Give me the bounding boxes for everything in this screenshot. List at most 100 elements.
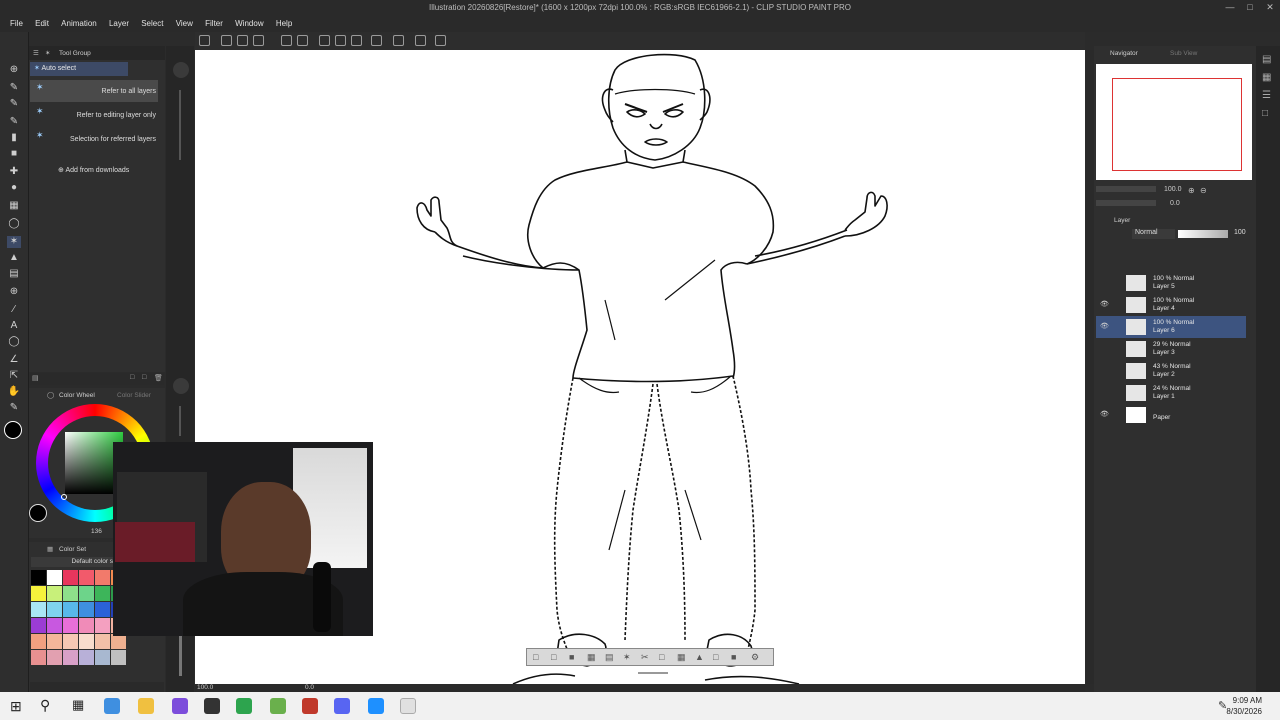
selection-launcher[interactable]: □ □ ■ ▦ ▤ ✶ ✂ □ ▦ ▲ □ ■ ⚙	[526, 648, 774, 666]
color-swatch[interactable]	[63, 602, 78, 617]
zoom-out-icon[interactable]: ⊖	[1200, 186, 1207, 195]
layers-icon[interactable]: ☰	[1262, 90, 1271, 101]
app-icon[interactable]	[368, 698, 384, 714]
chrome-icon[interactable]	[104, 698, 120, 714]
color-swatch[interactable]	[79, 570, 94, 585]
eye-icon[interactable]: 👁	[1100, 322, 1109, 330]
blend-mode-dropdown[interactable]: Normal	[1132, 229, 1175, 239]
layer-row[interactable]: 29 % Normal Layer 3	[1096, 338, 1246, 360]
opacity-value[interactable]: 100	[1234, 229, 1246, 236]
auto-select-header[interactable]: ✶ Auto select	[30, 62, 128, 76]
color-swatch[interactable]	[79, 650, 94, 665]
color-swatch[interactable]	[79, 602, 94, 617]
select-all-icon[interactable]: □	[551, 652, 556, 662]
color-set-tab[interactable]: Color Set	[59, 546, 86, 553]
color-swatch[interactable]	[31, 650, 46, 665]
color-swatch[interactable]	[63, 650, 78, 665]
color-swatch[interactable]	[31, 634, 46, 649]
clear-icon[interactable]	[319, 35, 330, 46]
delete-sub-tool-icon[interactable]: 🗑	[154, 374, 163, 382]
clock-date[interactable]: 8/30/2026	[1226, 707, 1262, 716]
expand-icon[interactable]: ▦	[587, 652, 596, 663]
navigator-tab[interactable]: Navigator	[1110, 50, 1138, 57]
clear-selection-icon[interactable]: ✶	[623, 652, 631, 663]
mask-icon[interactable]: ■	[731, 652, 736, 662]
auto-select-tool-icon[interactable]: ✶	[7, 236, 21, 248]
search-icon[interactable]: ⚲	[40, 697, 50, 714]
color-swatch[interactable]	[95, 634, 110, 649]
layer-row-paper[interactable]: 👁 Paper	[1096, 404, 1246, 426]
menu-layer[interactable]: Layer	[104, 16, 134, 32]
move-layer-icon[interactable]: ✚	[7, 166, 21, 178]
menu-select[interactable]: Select	[136, 16, 168, 32]
menu-window[interactable]: Window	[230, 16, 268, 32]
color-swatch[interactable]	[47, 586, 62, 601]
figure-tool-icon[interactable]: ▦	[7, 200, 21, 212]
fill-tool-icon[interactable]: ▲	[7, 252, 21, 264]
navigator-view-rect[interactable]	[1112, 78, 1242, 171]
app-icon[interactable]	[236, 698, 252, 714]
color-swatch[interactable]	[79, 586, 94, 601]
close-icon[interactable]: ✕	[1260, 2, 1280, 14]
layer-row[interactable]: 43 % Normal Layer 2	[1096, 360, 1246, 382]
sub-tool-tab-label[interactable]: Tool Group	[59, 50, 91, 57]
scroll-handle[interactable]	[179, 636, 182, 676]
color-swatch[interactable]	[47, 618, 62, 633]
navigator-icon[interactable]: ▤	[1262, 54, 1271, 65]
color-swatch[interactable]	[47, 650, 62, 665]
maximize-icon[interactable]: □	[1240, 2, 1260, 14]
eyedropper-tool-icon[interactable]: ⊕	[7, 286, 21, 298]
launcher-handle[interactable]	[638, 672, 668, 674]
color-swatch[interactable]	[47, 634, 62, 649]
collapse-icon[interactable]	[173, 62, 189, 78]
color-swatch[interactable]	[31, 618, 46, 633]
layer-row-selected[interactable]: 👁 100 % Normal Layer 6	[1096, 316, 1246, 338]
sub-view-tab[interactable]: Sub View	[1170, 50, 1197, 57]
invert-icon[interactable]: ■	[569, 652, 574, 662]
layer-row[interactable]: 100 % Normal Layer 5	[1096, 272, 1246, 294]
app-icon[interactable]	[302, 698, 318, 714]
app-icon[interactable]	[270, 698, 286, 714]
app-icon[interactable]	[204, 698, 220, 714]
save-icon[interactable]	[253, 35, 264, 46]
duplicate-sub-tool-icon[interactable]: □	[142, 374, 146, 381]
clip-studio-icon[interactable]	[400, 698, 416, 714]
color-swatch[interactable]	[95, 570, 110, 585]
properties-icon[interactable]: ▦	[1262, 72, 1271, 83]
menu-animation[interactable]: Animation	[56, 16, 102, 32]
cut-icon[interactable]: ✂	[641, 652, 649, 663]
menu-edit[interactable]: Edit	[30, 16, 54, 32]
shrink-icon[interactable]: ▤	[605, 652, 614, 663]
discord-icon[interactable]	[334, 698, 350, 714]
color-swatch[interactable]	[63, 586, 78, 601]
sub-tool-settings-icon[interactable]: ▤	[32, 374, 39, 382]
navigator-zoom[interactable]: 100.0	[1164, 186, 1182, 193]
transform-icon[interactable]	[351, 35, 362, 46]
opacity-slider[interactable]	[1178, 230, 1228, 238]
sub-color-chip[interactable]	[29, 504, 47, 522]
brush-tool-icon[interactable]: ✎	[7, 116, 21, 128]
fill-icon[interactable]: ▲	[695, 652, 704, 662]
vertical-scrollbar[interactable]	[1086, 50, 1094, 684]
redo-icon[interactable]	[297, 35, 308, 46]
file-explorer-icon[interactable]	[138, 698, 154, 714]
new-layer-icon[interactable]: □	[713, 652, 718, 662]
color-swatch[interactable]	[31, 602, 46, 617]
color-swatch[interactable]	[31, 586, 46, 601]
flip-icon[interactable]	[371, 35, 382, 46]
ruler-tool-icon[interactable]: ∠	[7, 354, 21, 366]
navigator-zoom-slider[interactable]	[1096, 186, 1156, 192]
app-icon[interactable]	[172, 698, 188, 714]
color-swatch[interactable]	[79, 634, 94, 649]
menu-file[interactable]: File	[5, 16, 28, 32]
task-view-icon[interactable]: ▦	[72, 697, 84, 713]
settings-icon[interactable]: ⚙	[751, 652, 759, 663]
decoration-tool-icon[interactable]: ■	[7, 148, 21, 160]
ruler-icon[interactable]	[415, 35, 426, 46]
color-swatch[interactable]	[47, 570, 62, 585]
color-swatch[interactable]	[63, 618, 78, 633]
copy-sub-tool-icon[interactable]: □	[130, 374, 134, 381]
color-swatch[interactable]	[95, 586, 110, 601]
angle-readout[interactable]: 0.0	[305, 684, 314, 691]
color-wheel-tab[interactable]: Color Wheel	[59, 392, 95, 399]
